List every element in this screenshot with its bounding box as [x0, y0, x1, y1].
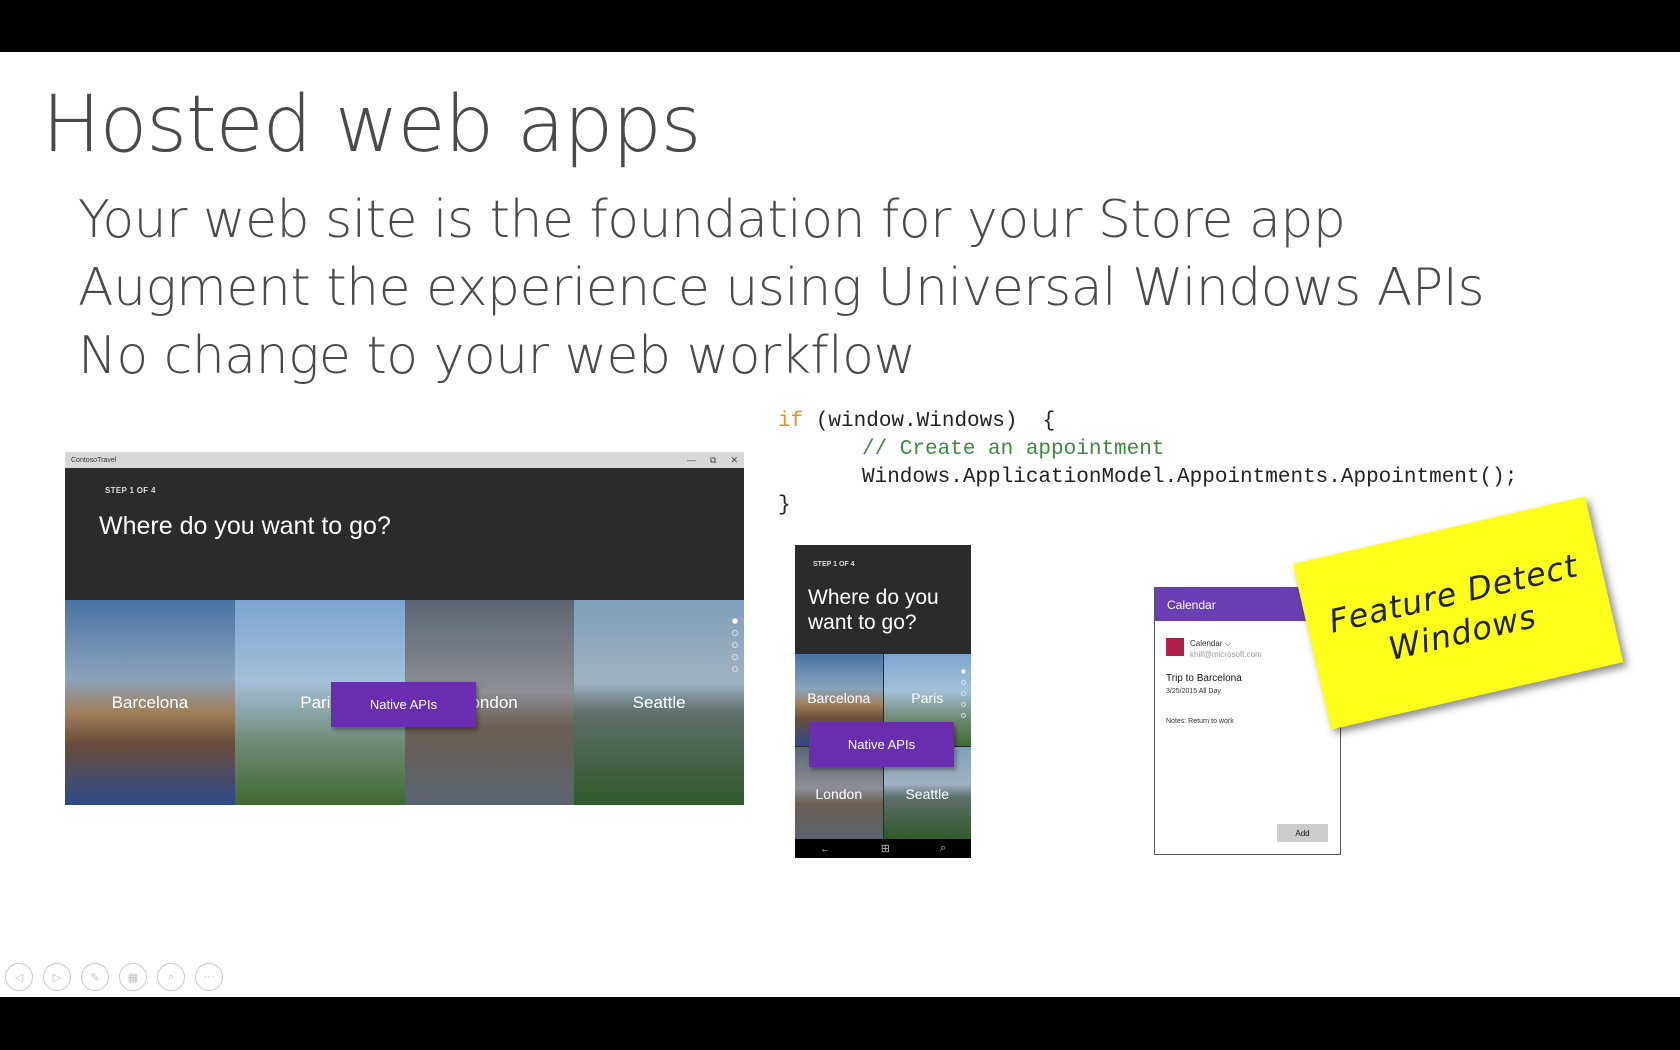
page-dots [961, 669, 966, 718]
window-title: ContosoTravel [71, 456, 117, 464]
city-tile-barcelona[interactable]: Barcelona [65, 600, 235, 805]
bullet-list: Your web site is the foundation for your… [78, 186, 1485, 390]
close-icon[interactable]: ✕ [730, 455, 738, 466]
city-label: Paris [911, 690, 944, 706]
calendar-account[interactable]: Calendar ⌵ khill@microsoft.com [1166, 638, 1262, 660]
account-name: Calendar ⌵ [1190, 639, 1231, 648]
window-titlebar: ContosoTravel — ⧉ ✕ [65, 452, 744, 468]
event-title: Trip to Barcelona [1166, 673, 1242, 684]
native-apis-button[interactable]: Native APIs [809, 722, 954, 767]
page-dot[interactable] [732, 666, 738, 672]
page-dot[interactable] [732, 654, 738, 660]
city-label: London [815, 786, 863, 802]
page-dot[interactable] [961, 713, 966, 718]
phone-app: STEP 1 OF 4 Where do you want to go? Bar… [795, 545, 971, 858]
page-dot[interactable] [732, 642, 738, 648]
event-notes: Notes: Return to work [1166, 718, 1234, 725]
slide-title: Hosted web apps [42, 80, 701, 170]
native-apis-button[interactable]: Native APIs [331, 682, 476, 727]
event-date: 3/25/2015 All Day [1166, 688, 1221, 695]
step-indicator: STEP 1 OF 4 [105, 486, 156, 495]
page-dot[interactable] [732, 630, 738, 636]
code-condition: (window.Windows) { [803, 410, 1056, 433]
presenter-toolbar: ◁ ▷ ✎ ▦ ⌕ ··· [5, 963, 223, 991]
destination-heading: Where do you want to go? [99, 512, 391, 540]
add-button[interactable]: Add [1277, 824, 1328, 842]
code-line-3: Windows.ApplicationModel.Appointments.Ap… [862, 466, 1518, 489]
code-comment: // Create an appointment [862, 438, 1165, 461]
desktop-app-window: ContosoTravel — ⧉ ✕ STEP 1 OF 4 Where do… [65, 452, 744, 805]
page-dot-active[interactable] [961, 669, 966, 674]
city-label: Seattle [905, 786, 950, 802]
step-indicator: STEP 1 OF 4 [813, 561, 855, 568]
heading-line: Where do you [808, 586, 939, 609]
heading-line: want to go? [808, 611, 917, 634]
previous-slide-icon[interactable]: ◁ [5, 963, 33, 991]
page-dots [732, 618, 738, 672]
page-dot[interactable] [961, 691, 966, 696]
bullet-item: Your web site is the foundation for your… [78, 190, 1346, 250]
account-info: Calendar ⌵ khill@microsoft.com [1190, 638, 1262, 660]
see-all-slides-icon[interactable]: ▦ [119, 963, 147, 991]
code-line-1: if (window.Windows) { [778, 408, 1517, 436]
more-options-icon[interactable]: ··· [195, 963, 223, 991]
search-icon[interactable]: ⌕ [940, 842, 946, 855]
city-tile-seattle[interactable]: Seattle [574, 600, 744, 805]
letterbox-bottom [0, 997, 1680, 1050]
next-slide-icon[interactable]: ▷ [43, 963, 71, 991]
page-dot[interactable] [961, 702, 966, 707]
phone-nav-bar: ← ⊞ ⌕ [795, 839, 971, 858]
destination-heading: Where do you want to go? [808, 585, 939, 635]
city-label: Barcelona [111, 692, 189, 712]
bullet-item: Augment the experience using Universal W… [78, 258, 1485, 318]
city-label: Barcelona [807, 690, 871, 706]
bullet-item: No change to your web workflow [78, 326, 916, 386]
zoom-icon[interactable]: ⌕ [157, 963, 185, 991]
back-icon[interactable]: ← [820, 843, 831, 855]
city-label: Seattle [632, 692, 686, 712]
minimize-icon[interactable]: — [687, 455, 696, 465]
code-keyword: if [778, 410, 804, 433]
windows-icon[interactable]: ⊞ [881, 842, 890, 855]
pen-icon[interactable]: ✎ [81, 963, 109, 991]
letterbox-top [0, 0, 1680, 52]
restore-icon[interactable]: ⧉ [710, 455, 716, 466]
page-dot[interactable] [961, 680, 966, 685]
calendar-color-swatch [1166, 638, 1184, 656]
window-controls: — ⧉ ✕ [687, 452, 738, 468]
code-line-4: } [778, 494, 791, 517]
code-snippet: if (window.Windows) {// Create an appoin… [778, 408, 1517, 520]
page-dot-active[interactable] [732, 618, 738, 624]
account-email: khill@microsoft.com [1190, 650, 1262, 659]
